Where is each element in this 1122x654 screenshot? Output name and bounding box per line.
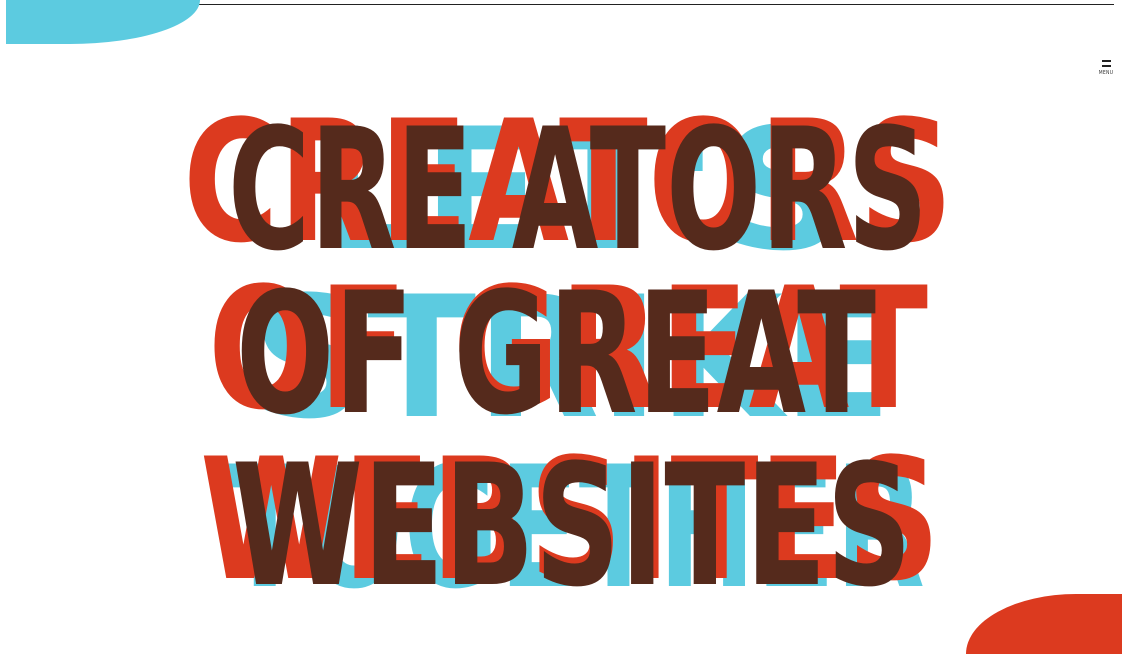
- brown-line-3: WEBSITES: [232, 428, 912, 624]
- headline-layer-brown: CRE ATORS OF GREAT WEBSITES: [228, 92, 928, 624]
- hero-headline: LET'S STRIKE TOGETHER CREATORS OF GREAT …: [0, 0, 1122, 630]
- brown-line-2: OF GREAT: [236, 256, 876, 452]
